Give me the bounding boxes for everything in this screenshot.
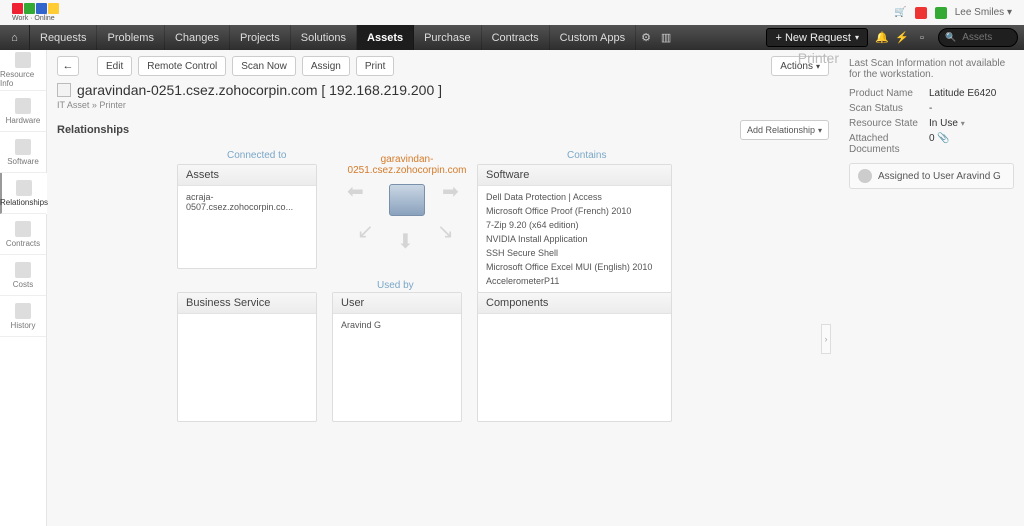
center-pane: Printer ← Edit Remote Control Scan Now A… bbox=[47, 50, 839, 526]
breadcrumb-leaf[interactable]: Printer bbox=[99, 100, 126, 110]
top-right: 🛒 Lee Smiles ▾ bbox=[894, 7, 1012, 19]
nav-projects[interactable]: Projects bbox=[230, 25, 291, 50]
asset-icon bbox=[57, 83, 71, 97]
remote-control-button[interactable]: Remote Control bbox=[138, 56, 226, 76]
k-product: Product Name bbox=[849, 88, 929, 99]
label-used-by: Used by bbox=[377, 280, 414, 291]
page-title: garavindan-0251.csez.zohocorpin.com [ 19… bbox=[57, 82, 829, 98]
app-icon-2[interactable] bbox=[935, 7, 947, 19]
nav-solutions[interactable]: Solutions bbox=[291, 25, 357, 50]
assigned-to[interactable]: Assigned to User Aravind G bbox=[849, 163, 1014, 189]
software-item[interactable]: 7-Zip 9.20 (x64 edition) bbox=[486, 218, 663, 232]
nav-assets[interactable]: Assets bbox=[357, 25, 414, 50]
arrow-right-icon: ➡ bbox=[442, 179, 459, 204]
new-request-button[interactable]: + New Request ▾ bbox=[766, 28, 868, 47]
k-scan: Scan Status bbox=[849, 103, 929, 114]
assign-button[interactable]: Assign bbox=[302, 56, 350, 76]
panel-components: Components bbox=[477, 292, 672, 422]
panel-components-head: Components bbox=[478, 293, 671, 314]
computer-icon bbox=[389, 184, 425, 216]
main-nav: ⌂ Requests Problems Changes Projects Sol… bbox=[0, 25, 1024, 50]
panel-assets: Assets acraja-0507.csez.zohocorpin.co... bbox=[177, 164, 317, 269]
tab-costs[interactable]: Costs bbox=[0, 255, 46, 296]
tab-resource-info[interactable]: Resource Info bbox=[0, 50, 46, 91]
section-title: Relationships bbox=[57, 124, 129, 136]
edit-button[interactable]: Edit bbox=[97, 56, 132, 76]
tab-history[interactable]: History bbox=[0, 296, 46, 337]
panel-assets-head: Assets bbox=[178, 165, 316, 186]
software-item[interactable]: Microsoft Office Proof (French) 2010 bbox=[486, 204, 663, 218]
search-icon: 🔍 bbox=[945, 32, 956, 43]
nav-contracts[interactable]: Contracts bbox=[482, 25, 550, 50]
panel-user-head: User bbox=[333, 293, 461, 314]
toolbar: ← Edit Remote Control Scan Now Assign Pr… bbox=[57, 56, 829, 76]
back-button[interactable]: ← bbox=[57, 56, 79, 76]
relationship-canvas: Connected to Contains Used by garavindan… bbox=[57, 144, 829, 474]
user-menu[interactable]: Lee Smiles ▾ bbox=[955, 7, 1012, 18]
arrow-dl-icon: ↙ bbox=[357, 219, 374, 244]
logo[interactable]: Work · Online bbox=[12, 3, 59, 22]
tab-hardware[interactable]: Hardware bbox=[0, 91, 46, 132]
label-contains: Contains bbox=[567, 150, 606, 161]
bolt-icon[interactable]: ⚡ bbox=[892, 25, 912, 50]
arrow-down-icon: ⬇ bbox=[397, 229, 414, 254]
software-item[interactable]: Microsoft Office Excel MUI (English) 201… bbox=[486, 260, 663, 274]
search-box[interactable]: 🔍 bbox=[938, 28, 1018, 47]
print-button[interactable]: Print bbox=[356, 56, 395, 76]
software-item[interactable]: AccelerometerP11 bbox=[486, 274, 663, 288]
tab-software[interactable]: Software bbox=[0, 132, 46, 173]
chart-icon[interactable]: ▥ bbox=[656, 25, 676, 50]
software-item[interactable]: Dell Data Protection | Access bbox=[486, 190, 663, 204]
breadcrumb: IT Asset » Printer bbox=[57, 100, 829, 110]
panel-software: Software Dell Data Protection | AccessMi… bbox=[477, 164, 672, 293]
v-scan: - bbox=[929, 103, 932, 114]
arrow-dr-icon: ↘ bbox=[437, 219, 454, 244]
k-state: Resource State bbox=[849, 118, 929, 129]
v-product: Latitude E6420 bbox=[929, 88, 996, 99]
panel-user: User Aravind G bbox=[332, 292, 462, 422]
cart-icon[interactable]: 🛒 bbox=[894, 7, 906, 18]
add-relationship-button[interactable]: Add Relationship ▾ bbox=[740, 120, 829, 140]
info-panel: Last Scan Information not available for … bbox=[839, 50, 1024, 526]
left-tabs: Resource Info Hardware Software Relation… bbox=[0, 50, 47, 526]
doc-icon[interactable]: ▫ bbox=[912, 25, 932, 50]
user-item[interactable]: Aravind G bbox=[341, 318, 453, 332]
panel-business-head: Business Service bbox=[178, 293, 316, 314]
scan-message: Last Scan Information not available for … bbox=[849, 58, 1014, 80]
attach-icon: 📎 bbox=[937, 133, 949, 144]
page-type-label: Printer bbox=[798, 50, 839, 66]
center-node-name: garavindan-0251.csez.zohocorpin.com bbox=[337, 154, 477, 176]
nav-purchase[interactable]: Purchase bbox=[414, 25, 481, 50]
tab-relationships[interactable]: Relationships bbox=[0, 173, 46, 214]
k-attach: Attached Documents bbox=[849, 133, 929, 155]
scan-now-button[interactable]: Scan Now bbox=[232, 56, 296, 76]
arrow-left-icon: ⬅ bbox=[347, 179, 364, 204]
nav-customapps[interactable]: Custom Apps bbox=[550, 25, 636, 50]
software-item[interactable]: SSH Secure Shell bbox=[486, 246, 663, 260]
gear-icon[interactable]: ⚙ bbox=[636, 25, 656, 50]
v-attach[interactable]: 0 📎 bbox=[929, 133, 950, 155]
expand-right[interactable]: › bbox=[821, 324, 831, 354]
nav-changes[interactable]: Changes bbox=[165, 25, 230, 50]
nav-problems[interactable]: Problems bbox=[97, 25, 164, 50]
breadcrumb-root[interactable]: IT Asset bbox=[57, 100, 89, 110]
avatar-icon bbox=[858, 169, 872, 183]
panel-business-service: Business Service bbox=[177, 292, 317, 422]
v-state[interactable]: In Use ▾ bbox=[929, 118, 965, 129]
panel-software-head: Software bbox=[478, 165, 671, 186]
tab-contracts[interactable]: Contracts bbox=[0, 214, 46, 255]
app-icon-1[interactable] bbox=[915, 7, 927, 19]
label-connected-to: Connected to bbox=[227, 150, 287, 161]
software-item[interactable]: NVIDIA Install Application bbox=[486, 232, 663, 246]
nav-requests[interactable]: Requests bbox=[30, 25, 97, 50]
bell-icon[interactable]: 🔔 bbox=[872, 25, 892, 50]
asset-item[interactable]: acraja-0507.csez.zohocorpin.co... bbox=[186, 190, 308, 214]
home-icon[interactable]: ⌂ bbox=[0, 25, 30, 50]
search-input[interactable] bbox=[960, 31, 1010, 44]
topbar: Work · Online 🛒 Lee Smiles ▾ bbox=[0, 0, 1024, 25]
